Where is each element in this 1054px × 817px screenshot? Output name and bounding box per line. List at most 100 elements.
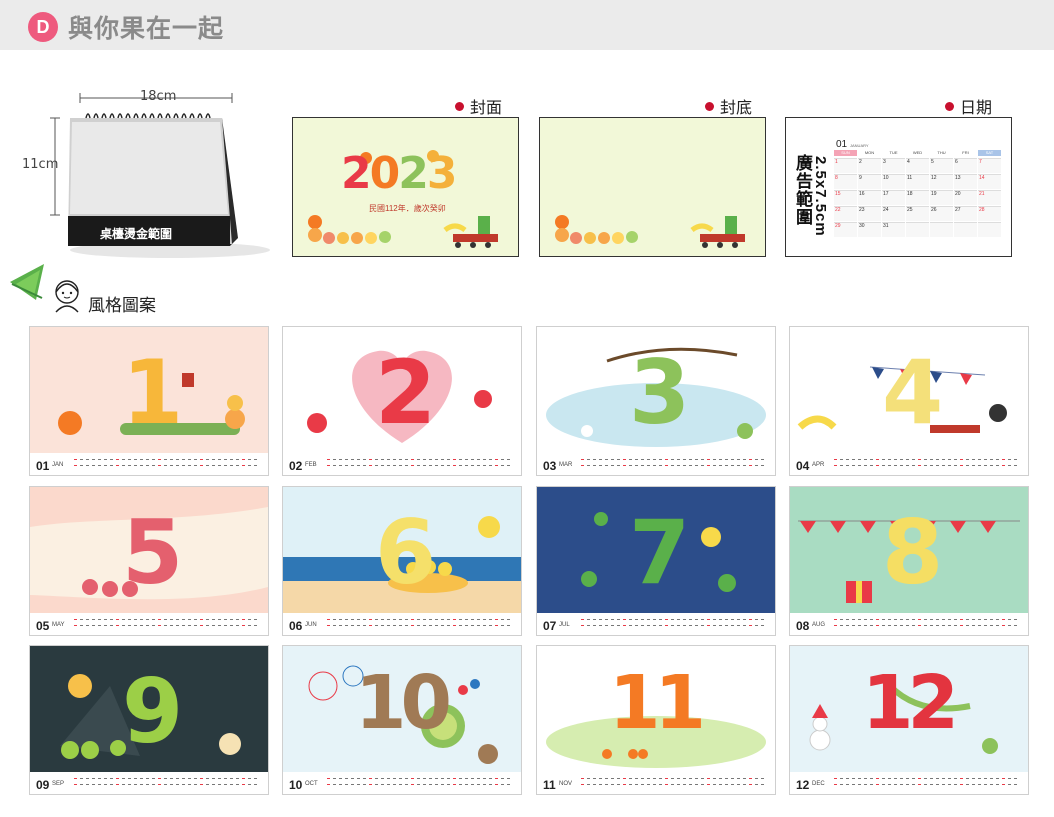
month-card: 8 08 AUG <box>789 486 1029 636</box>
month-artwork: 12 <box>790 646 1028 772</box>
month-date-strip: 05 MAY <box>30 613 268 635</box>
month-card: 4 04 APR <box>789 326 1029 476</box>
month-big-digit: 10 <box>355 660 452 746</box>
cover-subtitle: 民國112年．歲次癸卯 <box>369 204 446 213</box>
month-day-ticks <box>834 619 1017 626</box>
date-cell: 25 <box>906 206 929 221</box>
month-card: 6 06 JUN <box>282 486 522 636</box>
month-number: 03 <box>543 459 557 473</box>
date-cell: 7 <box>978 158 1001 173</box>
date-cell: 31 <box>882 222 905 237</box>
bullet-dot-icon <box>705 101 714 111</box>
month-abbreviation: JUL <box>559 622 570 628</box>
weekday-header: FRI <box>954 150 977 156</box>
date-cell: 16 <box>858 190 881 205</box>
date-cell: 12 <box>930 174 953 189</box>
month-day-ticks <box>834 459 1017 466</box>
month-abbreviation: DEC <box>812 781 825 787</box>
date-cell: 29 <box>834 222 857 237</box>
month-artwork: 9 <box>30 646 268 772</box>
month-number: 05 <box>36 619 50 633</box>
style-section-label: 風格圖案 <box>88 296 156 315</box>
month-number: 06 <box>289 619 303 633</box>
date-cell: 8 <box>834 174 857 189</box>
date-cell <box>954 222 977 237</box>
weekday-header: TUE <box>882 150 905 156</box>
date-cell: 17 <box>882 190 905 205</box>
month-big-digit: 4 <box>882 341 943 444</box>
month-artwork: 6 <box>283 487 521 613</box>
date-cell: 26 <box>930 206 953 221</box>
month-abbreviation: SEP <box>52 781 65 787</box>
month-date-strip: 06 JUN <box>283 613 521 635</box>
date-cell: 11 <box>906 174 929 189</box>
month-number: 10 <box>289 778 303 792</box>
month-abbreviation: MAR <box>559 462 573 468</box>
month-number: 01 <box>36 459 50 473</box>
weekday-header: SUN <box>834 150 857 156</box>
month-big-digit: 2 <box>375 341 436 444</box>
weekday-header: THU <box>930 150 953 156</box>
month-card: 7 07 JUL <box>536 486 776 636</box>
month-big-digit: 6 <box>375 501 436 604</box>
month-big-digit: 7 <box>629 501 690 604</box>
month-date-strip: 09 SEP <box>30 772 268 794</box>
month-artwork: 11 <box>537 646 775 772</box>
month-big-digit: 5 <box>122 501 183 604</box>
month-day-ticks <box>327 619 510 626</box>
date-month-number: 01 <box>836 139 848 150</box>
date-cell: 3 <box>882 158 905 173</box>
month-day-ticks <box>834 778 1017 785</box>
month-date-strip: 11 NOV <box>537 772 775 794</box>
month-card: 9 09 SEP <box>29 645 269 795</box>
date-cell: 9 <box>858 174 881 189</box>
month-day-ticks <box>581 459 764 466</box>
month-date-strip: 04 APR <box>790 453 1028 475</box>
weekday-header: WED <box>906 150 929 156</box>
date-cell <box>978 222 1001 237</box>
date-cell: 13 <box>954 174 977 189</box>
month-date-strip: 01 JAN <box>30 453 268 475</box>
cover-label: 封面 <box>455 94 502 118</box>
month-card: 2 02 FEB <box>282 326 522 476</box>
month-card: 1 01 JAN <box>29 326 269 476</box>
month-day-ticks <box>327 778 510 785</box>
date-cell: 1 <box>834 158 857 173</box>
ad-size-text: 2.5x7.5cm <box>812 156 829 237</box>
back-label: 封底 <box>705 94 752 118</box>
month-abbreviation: MAY <box>52 622 65 628</box>
month-card: 12 12 DEC <box>789 645 1029 795</box>
date-cell: 20 <box>954 190 977 205</box>
date-cell: 22 <box>834 206 857 221</box>
date-mockup: 廣告範圍 2.5x7.5cm 01 JANUARY SUN MON TUE WED TH… <box>785 117 1012 257</box>
month-day-ticks <box>74 459 257 466</box>
date-cell: 4 <box>906 158 929 173</box>
date-cell <box>906 222 929 237</box>
cover-mockup: 2023 民國112年．歲次癸卯 <box>292 117 519 257</box>
width-dimension-label: 18cm <box>140 89 177 104</box>
month-abbreviation: NOV <box>559 781 573 787</box>
month-artwork: 7 <box>537 487 775 613</box>
back-mockup <box>539 117 766 257</box>
month-number: 11 <box>543 778 556 792</box>
month-date-strip: 12 DEC <box>790 772 1028 794</box>
month-artwork: 5 <box>30 487 268 613</box>
month-card: 10 10 OCT <box>282 645 522 795</box>
month-card: 11 11 NOV <box>536 645 776 795</box>
month-artwork: 8 <box>790 487 1028 613</box>
month-big-digit: 12 <box>862 660 959 746</box>
month-date-strip: 03 MAR <box>537 453 775 475</box>
month-card: 5 05 MAY <box>29 486 269 636</box>
date-cell: 10 <box>882 174 905 189</box>
weekday-header: MON <box>858 150 881 156</box>
date-cell: 24 <box>882 206 905 221</box>
hot-stamp-band-text: 桌檯燙金範圍 <box>100 227 173 241</box>
month-day-ticks <box>74 619 257 626</box>
date-cell: 18 <box>906 190 929 205</box>
date-month-name: JANUARY <box>850 143 869 148</box>
month-date-strip: 02 FEB <box>283 453 521 475</box>
month-big-digit: 11 <box>609 660 706 746</box>
girl-avatar-icon <box>55 280 79 313</box>
month-date-strip: 08 AUG <box>790 613 1028 635</box>
date-cell: 14 <box>978 174 1001 189</box>
